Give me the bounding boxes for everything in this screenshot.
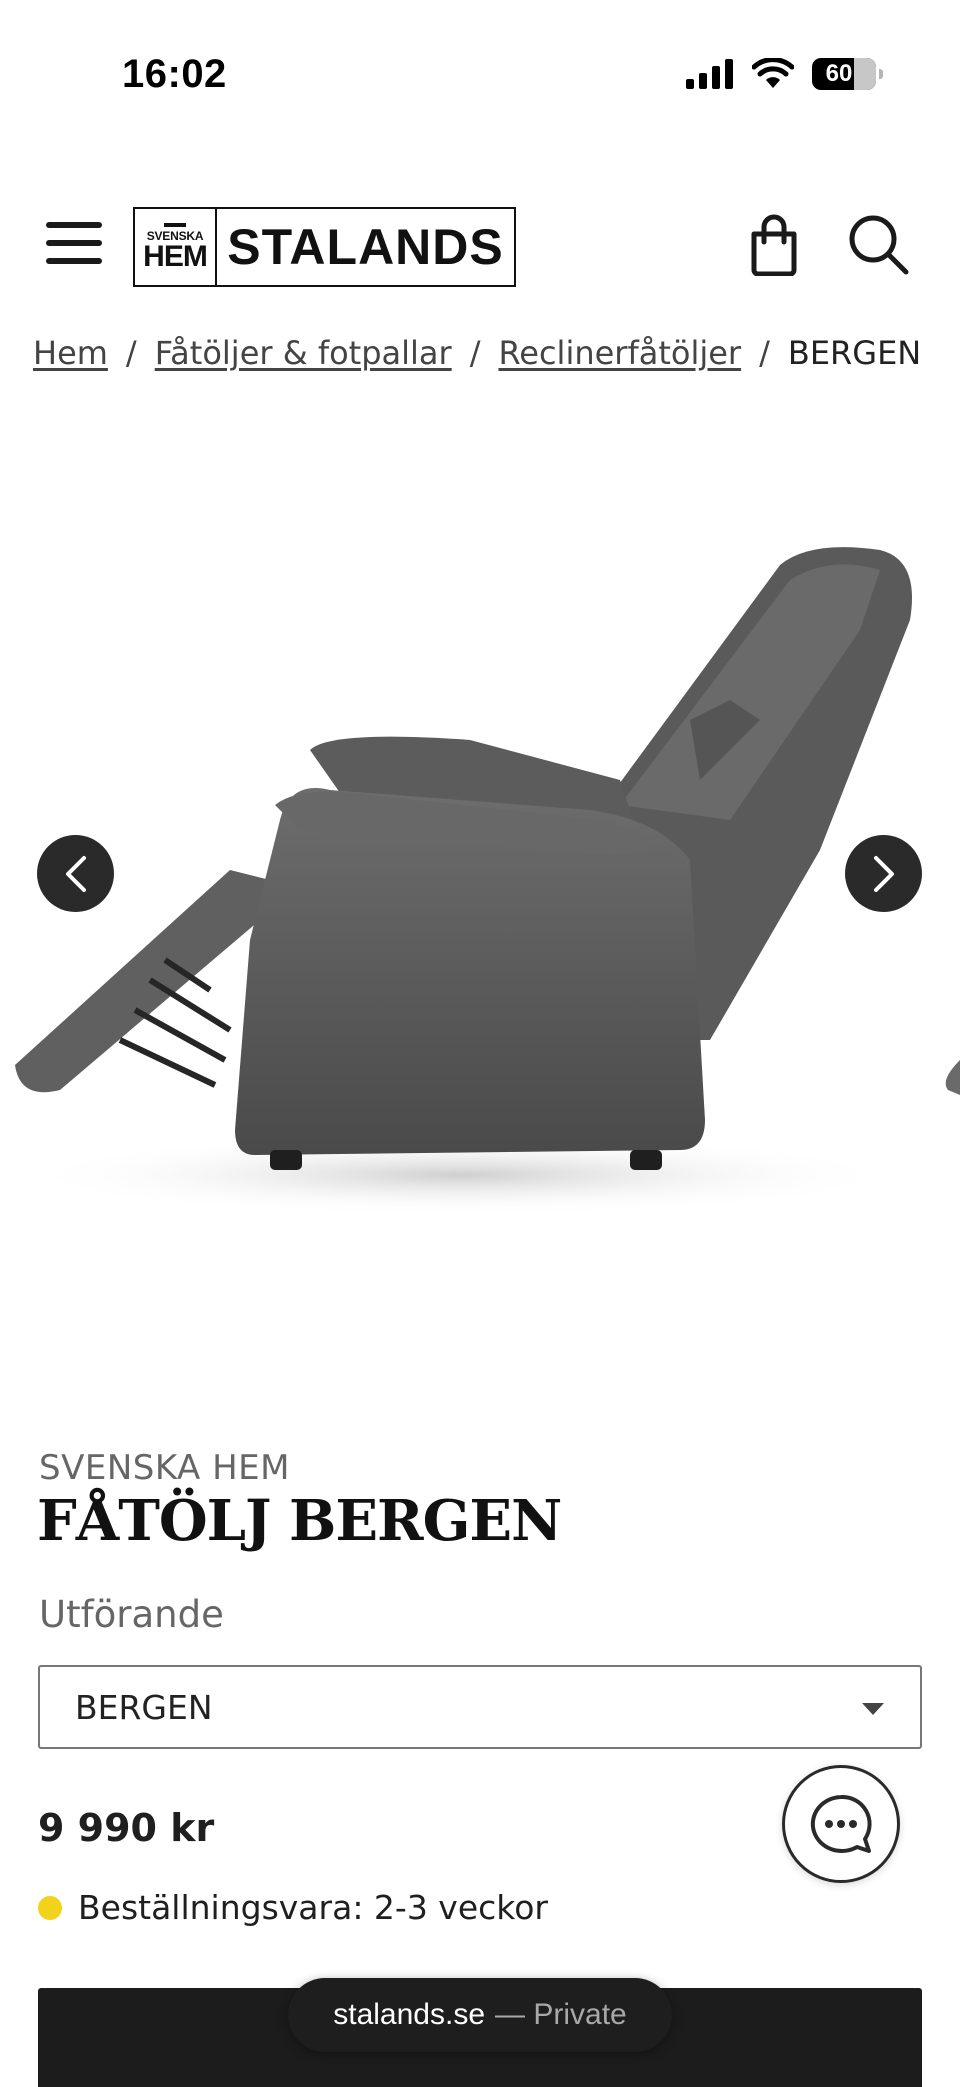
- product-brand[interactable]: SVENSKA HEM: [39, 1448, 290, 1488]
- breadcrumb-category[interactable]: Fåtöljer & fotpallar: [155, 334, 452, 372]
- chat-bubble-icon: [810, 1794, 872, 1853]
- stock-status: Beställningsvara: 2-3 veckor: [38, 1888, 548, 1927]
- next-image-button[interactable]: [845, 835, 922, 912]
- browser-domain: stalands.se: [333, 1998, 486, 2031]
- breadcrumb: Hem / Fåtöljer & fotpallar / Reclinerfåt…: [33, 330, 921, 372]
- product-title: FÅTÖLJ BERGEN: [37, 1488, 562, 1554]
- logo-svenska-hem: SVENSKA HEM: [135, 209, 217, 285]
- browser-mode: — Private: [495, 1998, 627, 2031]
- browser-url-pill[interactable]: stalands.se — Private: [288, 1978, 672, 2052]
- site-logo[interactable]: SVENSKA HEM STALANDS: [133, 207, 516, 287]
- status-icons: 60: [686, 58, 883, 90]
- menu-icon[interactable]: [46, 222, 102, 264]
- variant-selected-value: BERGEN: [75, 1687, 213, 1727]
- variant-label: Utförande: [39, 1593, 224, 1636]
- search-icon[interactable]: [846, 212, 910, 276]
- battery-level: 60: [825, 60, 853, 87]
- stock-status-text: Beställningsvara: 2-3 veckor: [78, 1888, 548, 1927]
- status-time: 16:02: [122, 52, 227, 96]
- logo-stalands: STALANDS: [227, 219, 504, 275]
- battery-icon: 60: [812, 58, 883, 90]
- breadcrumb-separator: /: [759, 334, 770, 372]
- chevron-left-icon: [65, 855, 86, 892]
- breadcrumb-separator: /: [125, 334, 137, 372]
- shopping-bag-icon[interactable]: [746, 214, 802, 276]
- chat-button[interactable]: [782, 1765, 900, 1883]
- breadcrumb-current: BERGEN: [787, 334, 922, 372]
- breadcrumb-subcategory[interactable]: Reclinerfåtöljer: [498, 334, 741, 372]
- chevron-down-icon: [862, 1703, 884, 1715]
- product-price: 9 990 kr: [38, 1806, 215, 1850]
- chevron-right-icon: [873, 855, 894, 892]
- stock-indicator-dot: [38, 1895, 62, 1920]
- product-image[interactable]: [0, 520, 960, 1220]
- variant-select[interactable]: BERGEN: [38, 1665, 922, 1749]
- signal-icon: [686, 59, 733, 89]
- breadcrumb-separator: /: [469, 334, 481, 372]
- breadcrumb-home[interactable]: Hem: [33, 334, 108, 372]
- wifi-icon: [752, 58, 794, 88]
- previous-image-button[interactable]: [37, 835, 114, 912]
